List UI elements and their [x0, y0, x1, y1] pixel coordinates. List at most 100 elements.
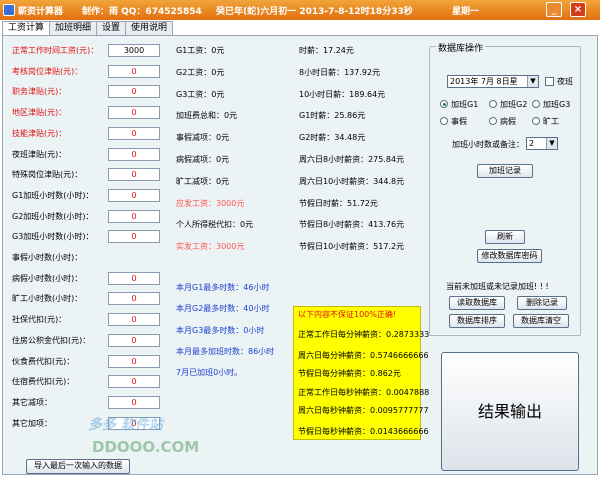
- field-input[interactable]: 0: [108, 313, 160, 327]
- rate-value: 时薪：17.24元: [299, 46, 354, 55]
- field-input[interactable]: 0: [108, 354, 160, 368]
- field-input[interactable]: 0: [108, 85, 160, 99]
- date-picker[interactable]: 2013年 7月 8日星 ▼: [447, 75, 539, 88]
- overtime-notice: 当前未加班或未记录加班! ! !: [446, 282, 549, 291]
- field-input[interactable]: 3000: [108, 44, 160, 57]
- radio-sick-leave[interactable]: [489, 117, 497, 125]
- field-label: 旷工小时数(小时)：: [12, 294, 83, 304]
- rate-value: 周六日8小时薪资：275.84元: [299, 155, 405, 164]
- field-input[interactable]: 0: [108, 292, 160, 306]
- field-input[interactable]: 0: [108, 126, 160, 140]
- rate-value: G1时薪：25.86元: [299, 111, 366, 121]
- warning-header: 以下内容不保证100%正确!: [298, 310, 397, 319]
- import-last-input-button[interactable]: 导入最后一次输入的数据: [26, 459, 130, 474]
- radio-label: 加班G3: [543, 100, 571, 109]
- month-stat: 本月G2最多时数：40小时: [176, 304, 270, 313]
- tab-bar: 工资计算 加班明细 设置 使用说明: [2, 21, 174, 36]
- night-shift-label: 夜班: [557, 77, 573, 86]
- month-stat: 7月已加班0小时。: [176, 368, 243, 377]
- warning-line: 正常工作日每分钟薪资：0.2873333: [298, 330, 430, 339]
- field-input[interactable]: 0: [108, 209, 160, 223]
- date-label: 癸巳年(蛇)六月初一 2013-7-8-12时18分33秒: [216, 6, 413, 17]
- change-db-password-button[interactable]: 修改数据库密码: [477, 249, 542, 263]
- database-group: 数据库操作: [429, 41, 581, 336]
- warning-line: 节假日每分钟薪资：0.862元: [298, 369, 401, 378]
- field-input[interactable]: 0: [108, 64, 160, 78]
- record-overtime-button[interactable]: 加班记录: [477, 164, 533, 178]
- watermark-url: DDOOO.COM: [92, 438, 200, 456]
- chevron-down-icon[interactable]: ▼: [546, 138, 557, 149]
- result-value: 加班费总和：0元: [176, 111, 238, 121]
- delete-record-button[interactable]: 删除记录: [517, 296, 567, 310]
- radio-absence[interactable]: [532, 117, 540, 125]
- radio-label: 事假: [451, 117, 467, 126]
- read-database-button[interactable]: 读取数据库: [449, 296, 505, 310]
- month-stat: 本月最多加班时数：86小时: [176, 347, 275, 356]
- field-label: 职务津贴(元)：: [12, 87, 67, 97]
- field-label: 技能津贴(元)：: [12, 128, 67, 138]
- field-label: 夜班津贴(元)：: [12, 149, 67, 159]
- refresh-button[interactable]: 刷新: [485, 230, 525, 244]
- radio-label: 加班G2: [500, 100, 528, 109]
- field-input[interactable]: 0: [108, 333, 160, 347]
- watermark-logo: 多多 软件站: [88, 417, 163, 433]
- sort-database-button[interactable]: 数据库排序: [449, 314, 505, 328]
- field-input[interactable]: 0: [108, 147, 160, 161]
- field-input[interactable]: 0: [108, 106, 160, 120]
- warning-line: 正常工作日每秒钟薪资：0.0047888: [298, 388, 430, 397]
- rate-value: G2时薪：34.48元: [299, 133, 366, 143]
- hours-label: 加班小时数或备注：: [452, 140, 524, 149]
- tab-settings[interactable]: 设置: [96, 21, 127, 35]
- field-label: 伙食费代扣(元)：: [12, 356, 75, 366]
- result-value: 旷工减项：0元: [176, 176, 230, 186]
- minimize-button[interactable]: _: [546, 2, 562, 17]
- rate-value: 8小时日薪：137.92元: [299, 67, 381, 77]
- app-title: 薪资计算器: [18, 6, 64, 17]
- result-value: 事假减项：0元: [176, 133, 230, 143]
- chevron-down-icon[interactable]: ▼: [527, 76, 538, 87]
- database-group-title: 数据库操作: [436, 41, 486, 54]
- month-stat: 本月G3最多时数：0小时: [176, 326, 265, 335]
- tab-overtime[interactable]: 加班明细: [49, 21, 98, 35]
- field-input[interactable]: 0: [108, 168, 160, 182]
- field-input[interactable]: 0: [108, 230, 160, 244]
- clear-database-button[interactable]: 数据库清空: [513, 314, 569, 328]
- radio-overtime-g3[interactable]: [532, 100, 540, 108]
- result-value: 个人所得税代扣：0元: [176, 220, 254, 230]
- warning-line: 周六日每秒钟薪资：0.0095777777: [298, 406, 429, 415]
- weekday-label: 星期一: [452, 6, 480, 17]
- radio-label: 加班G1: [451, 100, 479, 109]
- field-input[interactable]: 0: [108, 375, 160, 389]
- hours-select[interactable]: 2 ▼: [526, 137, 558, 150]
- field-input[interactable]: 0: [108, 188, 160, 202]
- field-label: 正常工作时间工资(元)：: [12, 46, 99, 55]
- field-label: 地区津贴(元)：: [12, 108, 67, 118]
- rate-value: 节假日10小时薪资：517.2元: [299, 242, 405, 252]
- radio-personal-leave[interactable]: [440, 117, 448, 125]
- close-button[interactable]: ×: [570, 2, 586, 17]
- field-label: G2加班小时数(小时)：: [12, 211, 94, 221]
- result-value: 病假减项：0元: [176, 155, 230, 164]
- radio-overtime-g2[interactable]: [489, 100, 497, 108]
- output-result-button[interactable]: 结果输出: [441, 352, 579, 471]
- result-value: 实发工资：3000元: [176, 242, 245, 252]
- field-label: 社保代扣(元)：: [12, 315, 67, 325]
- field-input[interactable]: 0: [108, 271, 160, 285]
- rate-value: 节假日时薪：51.72元: [299, 198, 378, 208]
- radio-overtime-g1[interactable]: [440, 100, 448, 108]
- app-icon: [3, 4, 15, 16]
- warning-line: 周六日每分钟薪资：0.5746666666: [298, 351, 429, 360]
- field-label: 事假小时数(小时)：: [12, 253, 83, 262]
- field-label: 考核岗位津贴(元)：: [12, 66, 83, 76]
- radio-label: 旷工: [543, 117, 559, 126]
- field-input[interactable]: 0: [108, 395, 160, 409]
- field-label: 住房公积金代扣(元)：: [12, 335, 91, 345]
- tab-salary[interactable]: 工资计算: [2, 21, 51, 36]
- night-shift-checkbox[interactable]: [545, 77, 554, 86]
- tab-help[interactable]: 使用说明: [125, 21, 174, 35]
- field-label: 病假小时数(小时)：: [12, 273, 83, 283]
- field-label: 其它加项：: [12, 418, 52, 428]
- field-label: 住宿费代扣(元)：: [12, 377, 75, 387]
- field-label: 特殊岗位津贴(元)：: [12, 170, 83, 180]
- result-value: 应发工资：3000元: [176, 198, 245, 208]
